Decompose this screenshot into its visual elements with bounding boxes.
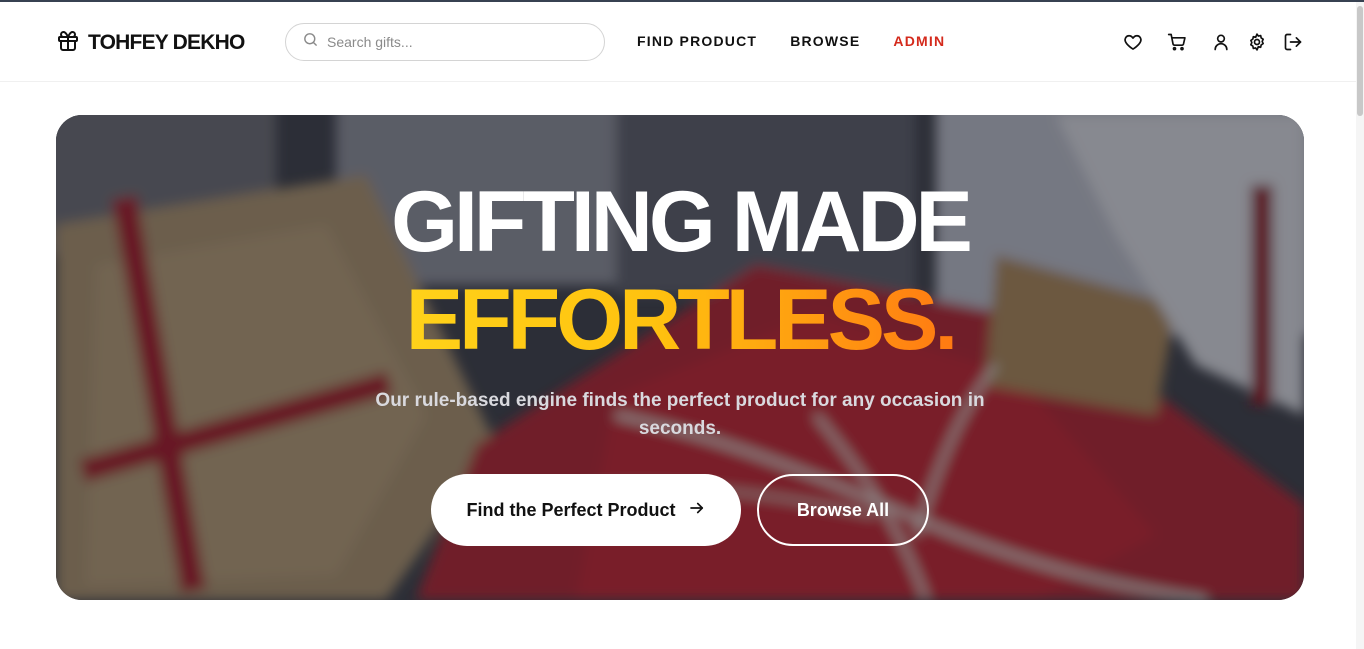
user-icon[interactable] <box>1210 31 1232 53</box>
nav-admin[interactable]: ADMIN <box>893 33 945 49</box>
gear-icon[interactable] <box>1246 31 1268 53</box>
gift-icon <box>56 29 80 58</box>
scrollbar-thumb[interactable] <box>1357 6 1363 116</box>
search-box[interactable] <box>285 23 605 61</box>
nav-browse[interactable]: BROWSE <box>790 33 860 49</box>
main-nav: FIND PRODUCT BROWSE ADMIN <box>637 33 945 49</box>
browse-all-button-label: Browse All <box>796 499 890 520</box>
hero-title-line1: GIFTING MADE <box>391 174 973 270</box>
hero-banner: GIFTING MADE EFFORTLESS. Our rule-based … <box>56 115 1304 600</box>
arrow-right-icon <box>688 499 706 522</box>
site-header: TOHFEY DEKHO FIND PRODUCT BROWSE ADMIN <box>0 2 1356 82</box>
nav-find-product[interactable]: FIND PRODUCT <box>637 33 757 49</box>
search-icon <box>302 31 319 53</box>
hero-title-line2: EFFORTLESS. <box>56 277 1304 363</box>
hero-subtitle: Our rule-based engine finds the perfect … <box>375 390 985 439</box>
heart-icon[interactable] <box>1122 31 1144 53</box>
search-input[interactable] <box>327 34 577 50</box>
logo-text: TOHFEY DEKHO <box>88 31 245 54</box>
header-actions <box>1122 31 1304 53</box>
logo[interactable]: TOHFEY DEKHO <box>56 29 245 58</box>
find-product-button-label: Find the Perfect Product <box>466 499 676 520</box>
hero-title-highlight: EFFORTLESS. <box>405 272 958 368</box>
find-product-button[interactable]: Find the Perfect Product <box>431 474 741 546</box>
logout-icon[interactable] <box>1282 31 1304 53</box>
cart-icon[interactable] <box>1166 31 1188 53</box>
browse-all-button[interactable]: Browse All <box>757 474 929 546</box>
page-scrollbar[interactable] <box>1356 2 1364 649</box>
